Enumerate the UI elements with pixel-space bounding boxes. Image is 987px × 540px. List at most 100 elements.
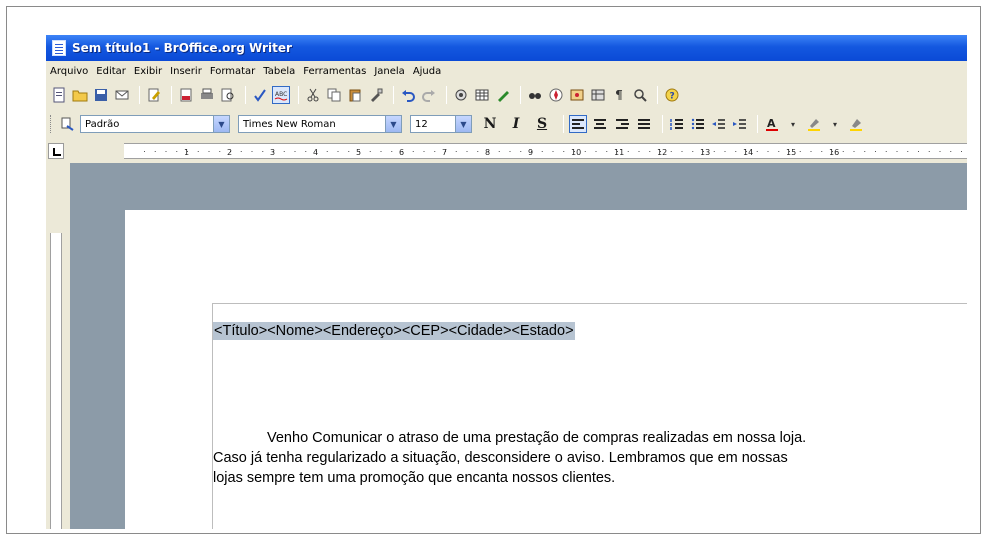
- hyperlink-icon[interactable]: [452, 86, 470, 104]
- ruler-tick: [627, 151, 629, 152]
- align-justify-button[interactable]: [635, 115, 653, 133]
- bullets-icon[interactable]: [689, 115, 707, 133]
- autospell-icon[interactable]: ABC: [272, 86, 290, 104]
- ruler-tick: [767, 151, 769, 152]
- menu-inserir[interactable]: Inserir: [170, 66, 202, 77]
- underline-button[interactable]: S: [532, 116, 552, 132]
- align-right-button[interactable]: [613, 115, 631, 133]
- title-bar[interactable]: Sem título1 - BrOffice.org Writer: [46, 35, 967, 61]
- ruler-tick: [520, 151, 522, 152]
- paragraph-style-select[interactable]: Padrão ▼: [80, 115, 230, 133]
- document-page[interactable]: <Título><Nome><Endereço><CEP><Cidade><Es…: [125, 210, 967, 529]
- ruler-tick: [165, 151, 167, 152]
- save-icon[interactable]: [92, 86, 110, 104]
- navigator-icon[interactable]: [547, 86, 565, 104]
- print-icon[interactable]: [198, 86, 216, 104]
- spellcheck-icon[interactable]: [251, 86, 269, 104]
- menu-ajuda[interactable]: Ajuda: [413, 66, 441, 77]
- format-paint-icon[interactable]: [367, 86, 385, 104]
- undo-icon[interactable]: [399, 86, 417, 104]
- new-icon[interactable]: [50, 86, 68, 104]
- ruler-number: 9: [528, 148, 533, 157]
- text-boundaries: <Título><Nome><Endereço><CEP><Cidade><Es…: [212, 303, 967, 529]
- ruler-tick: [380, 151, 382, 152]
- italic-button[interactable]: I: [506, 116, 526, 132]
- body-line: Caso já tenha regularizado a situação, d…: [213, 450, 788, 466]
- nonprinting-icon[interactable]: ¶: [610, 86, 628, 104]
- toolbar-grip[interactable]: [50, 115, 53, 133]
- ruler-number: 2: [227, 148, 232, 157]
- chevron-down-icon[interactable]: ▼: [385, 116, 401, 132]
- ruler-tick: [412, 151, 414, 152]
- redo-icon[interactable]: [420, 86, 438, 104]
- ruler-tick: [638, 151, 640, 152]
- draw-icon[interactable]: [494, 86, 512, 104]
- email-icon[interactable]: [113, 86, 131, 104]
- vertical-ruler[interactable]: [46, 163, 66, 529]
- menu-bar: Arquivo Editar Exibir Inserir Formatar T…: [46, 61, 967, 81]
- open-icon[interactable]: [71, 86, 89, 104]
- menu-formatar[interactable]: Formatar: [210, 66, 255, 77]
- menu-ferramentas[interactable]: Ferramentas: [303, 66, 366, 77]
- help-icon[interactable]: ?: [663, 86, 681, 104]
- menu-janela[interactable]: Janela: [374, 66, 404, 77]
- chevron-down-icon[interactable]: ▼: [213, 116, 229, 132]
- find-icon[interactable]: [526, 86, 544, 104]
- menu-editar[interactable]: Editar: [96, 66, 126, 77]
- tab-stop-selector[interactable]: [48, 143, 64, 159]
- menu-exibir[interactable]: Exibir: [134, 66, 162, 77]
- edit-icon[interactable]: [145, 86, 163, 104]
- body-paragraph[interactable]: Venho Comunicar o atraso de uma prestaçã…: [213, 428, 967, 488]
- align-left-button[interactable]: [569, 115, 587, 133]
- toolbar-separator: [520, 86, 521, 104]
- bold-button[interactable]: N: [480, 116, 500, 132]
- ruler-tick: [509, 151, 511, 152]
- paste-icon[interactable]: [346, 86, 364, 104]
- cut-icon[interactable]: [304, 86, 322, 104]
- ruler-tick: [928, 151, 930, 152]
- decrease-indent-icon[interactable]: [710, 115, 728, 133]
- ruler-tick: [950, 151, 952, 152]
- mail-merge-fields[interactable]: <Título><Nome><Endereço><CEP><Cidade><Es…: [213, 322, 575, 340]
- ruler-tick: [251, 151, 253, 152]
- ruler-number: 7: [442, 148, 447, 157]
- font-name-select[interactable]: Times New Roman ▼: [238, 115, 402, 133]
- numbering-icon[interactable]: [668, 115, 686, 133]
- ruler-tick: [864, 151, 866, 152]
- chevron-down-icon[interactable]: ▼: [455, 116, 471, 132]
- ruler-tick: [477, 151, 479, 152]
- highlight-icon[interactable]: [805, 115, 823, 133]
- gallery-icon[interactable]: [568, 86, 586, 104]
- background-color-icon[interactable]: [847, 115, 865, 133]
- align-center-button[interactable]: [591, 115, 609, 133]
- chevron-down-icon[interactable]: ▾: [784, 115, 802, 133]
- toolbar-separator: [245, 86, 246, 104]
- table-icon[interactable]: [473, 86, 491, 104]
- ruler-tick: [810, 151, 812, 152]
- font-size-select[interactable]: 12 ▼: [410, 115, 472, 133]
- datasource-icon[interactable]: [589, 86, 607, 104]
- menu-tabela[interactable]: Tabela: [263, 66, 295, 77]
- ruler-tick: [584, 151, 586, 152]
- increase-indent-icon[interactable]: [731, 115, 749, 133]
- ruler-tick: [283, 151, 285, 152]
- styles-formatting-icon[interactable]: [59, 115, 77, 133]
- preview-icon[interactable]: [219, 86, 237, 104]
- svg-text:?: ?: [670, 92, 675, 102]
- ruler-tick: [692, 151, 694, 152]
- copy-icon[interactable]: [325, 86, 343, 104]
- horizontal-ruler[interactable]: 1 2 3 4 5 6 7 8 9 10 11 12 13 14 15 16: [124, 143, 967, 159]
- ruler-number: 3: [270, 148, 275, 157]
- ruler-number: 1: [184, 148, 189, 157]
- pdf-icon[interactable]: [177, 86, 195, 104]
- zoom-icon[interactable]: [631, 86, 649, 104]
- paragraph-style-value: Padrão: [85, 118, 120, 130]
- ruler-tick: [681, 151, 683, 152]
- menu-arquivo[interactable]: Arquivo: [50, 66, 88, 77]
- ruler-tick: [756, 151, 758, 152]
- ruler-tick: [842, 151, 844, 152]
- ruler-tick: [294, 151, 296, 152]
- ruler-number: 6: [399, 148, 404, 157]
- chevron-down-icon[interactable]: ▾: [826, 115, 844, 133]
- font-color-icon[interactable]: A: [763, 115, 781, 133]
